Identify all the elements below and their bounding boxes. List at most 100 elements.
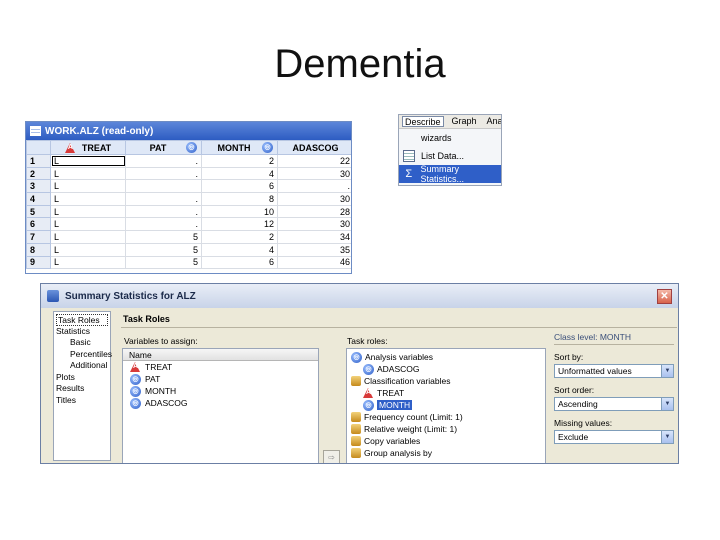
task-roles-tree[interactable]: ◎ Analysis variables ◎ ADASCOG Classificatio… — [346, 348, 546, 463]
cell-pat[interactable]: . — [125, 217, 202, 232]
row-number-cell[interactable]: 3 — [26, 179, 51, 194]
row-number-cell[interactable]: 1 — [26, 154, 51, 168]
cell-month[interactable]: 2 — [201, 230, 278, 244]
nav-item[interactable]: Percentiles — [56, 349, 112, 361]
chevron-down-icon[interactable]: ▼ — [661, 365, 673, 377]
corner-cell[interactable] — [26, 140, 51, 155]
data-grid-window: WORK.ALZ (read-only) TREAT PAT◎ MONTH◎ A… — [25, 121, 352, 274]
row-number-cell[interactable]: 4 — [26, 192, 51, 206]
cell-pat[interactable]: . — [125, 192, 202, 206]
list-item[interactable]: ◎ ADASCOG — [123, 397, 318, 409]
cell-month[interactable]: 12 — [201, 217, 278, 232]
cell-pat[interactable]: . — [125, 154, 202, 168]
close-button[interactable]: ✕ — [657, 289, 672, 304]
cell-adascog[interactable]: 30 — [277, 217, 351, 232]
cell-month[interactable]: 8 — [201, 192, 278, 206]
nav-item[interactable]: Results — [56, 383, 108, 395]
row-number-cell[interactable]: 6 — [26, 217, 51, 232]
cell-pat[interactable]: 5 — [125, 255, 202, 270]
cell-treat[interactable]: L — [50, 166, 126, 181]
task-role-item[interactable]: ◎ MONTH — [347, 399, 545, 411]
cell-month[interactable]: 6 — [201, 255, 278, 270]
nav-item[interactable]: Titles — [56, 395, 108, 407]
table-row[interactable]: 3L 6. — [26, 179, 351, 194]
table-row[interactable]: 1 L. 2 22 — [26, 154, 351, 168]
task-role-item[interactable]: Copy variables — [347, 435, 545, 447]
task-role-item[interactable]: Frequency count (Limit: 1) — [347, 411, 545, 423]
table-row[interactable]: 9 L 5 6 46 — [26, 255, 351, 270]
cell-treat[interactable]: L — [50, 179, 126, 194]
variables-column-header[interactable]: Name — [123, 349, 318, 361]
cell-month[interactable]: 10 — [201, 204, 278, 219]
cell-treat[interactable]: L — [50, 217, 126, 232]
cell-treat[interactable]: L — [50, 230, 126, 244]
nav-item[interactable]: Plots — [56, 372, 108, 384]
nav-item[interactable]: Statistics — [56, 326, 108, 338]
column-header-month[interactable]: MONTH ◎ — [201, 140, 278, 155]
missing-values-select[interactable]: Exclude ▼ — [554, 430, 674, 444]
list-item[interactable]: ◎ MONTH — [123, 385, 318, 397]
column-header-treat[interactable]: TREAT — [50, 140, 126, 155]
cell-month[interactable]: 4 — [201, 166, 278, 181]
sort-order-select[interactable]: Ascending ▼ — [554, 397, 674, 411]
task-role-item[interactable]: Group analysis by — [347, 447, 545, 459]
task-role-item[interactable]: ◎ Analysis variables — [347, 351, 545, 363]
task-role-item[interactable]: ◎ ADASCOG — [347, 363, 545, 375]
menu-item-list-data[interactable]: List Data... — [399, 147, 501, 165]
menu-item-summary-statistics[interactable]: Σ Summary Statistics... — [399, 164, 501, 184]
list-item[interactable]: TREAT — [123, 361, 318, 373]
role-group-icon — [351, 376, 361, 386]
menu-describe[interactable]: Describe — [402, 116, 444, 127]
chevron-down-icon[interactable]: ▼ — [661, 431, 673, 443]
cell-adascog[interactable]: 30 — [277, 192, 351, 206]
row-number-cell[interactable]: 9 — [26, 255, 51, 270]
cell-month[interactable]: 4 — [201, 242, 278, 257]
table-row[interactable]: 7 L 5 2 34 — [26, 230, 351, 244]
sort-by-select[interactable]: Unformatted values ▼ — [554, 364, 674, 378]
cell-treat[interactable]: L — [50, 154, 126, 168]
cell-pat[interactable]: . — [125, 166, 202, 181]
task-role-item[interactable]: Classification variables — [347, 375, 545, 387]
cell-pat[interactable]: 5 — [125, 242, 202, 257]
row-number-cell[interactable]: 2 — [26, 166, 51, 181]
section-divider — [121, 327, 677, 328]
cell-month[interactable]: 2 — [201, 154, 278, 168]
menu-item-wizards[interactable]: wizards — [399, 129, 501, 147]
cell-adascog[interactable]: . — [277, 179, 351, 194]
cell-adascog[interactable]: 35 — [277, 242, 351, 257]
task-role-item[interactable]: TREAT — [347, 387, 545, 399]
cell-adascog[interactable]: 28 — [277, 204, 351, 219]
nav-item[interactable]: Basic — [56, 337, 108, 349]
cell-month[interactable]: 6 — [201, 179, 278, 194]
menu-analyze[interactable]: Analyze — [485, 116, 501, 127]
task-role-item[interactable]: Relative weight (Limit: 1) — [347, 423, 545, 435]
cell-adascog[interactable]: 30 — [277, 166, 351, 181]
table-row[interactable]: 2 L. 4 30 — [26, 166, 351, 181]
nav-item[interactable]: Additional — [56, 360, 108, 372]
chevron-down-icon[interactable]: ▼ — [661, 398, 673, 410]
cell-pat[interactable]: . — [125, 204, 202, 219]
cell-treat[interactable]: L — [50, 242, 126, 257]
variables-list[interactable]: Name TREAT ◎ PAT ◎ MONTH ◎ ADASCOG — [122, 348, 319, 463]
row-number-cell[interactable]: 5 — [26, 204, 51, 219]
cell-treat[interactable]: L — [50, 255, 126, 270]
cell-treat[interactable]: L — [50, 192, 126, 206]
table-row[interactable]: 5 L. 10 28 — [26, 204, 351, 219]
cell-adascog[interactable]: 34 — [277, 230, 351, 244]
column-header-adascog[interactable]: ADASCOG — [277, 140, 351, 155]
row-number-cell[interactable]: 8 — [26, 242, 51, 257]
cell-pat[interactable]: 5 — [125, 230, 202, 244]
list-item[interactable]: ◎ PAT — [123, 373, 318, 385]
table-row[interactable]: 8 L 5 4 35 — [26, 242, 351, 257]
table-row[interactable]: 6 L. 12 30 — [26, 217, 351, 232]
cell-pat[interactable] — [125, 179, 202, 194]
assign-arrow-button[interactable]: ⇨ — [323, 450, 340, 463]
cell-treat[interactable]: L — [50, 204, 126, 219]
table-row[interactable]: 4 L. 8 30 — [26, 192, 351, 206]
cell-adascog[interactable]: 22 — [277, 154, 351, 168]
column-header-pat[interactable]: PAT ◎ — [125, 140, 202, 155]
row-number-cell[interactable]: 7 — [26, 230, 51, 244]
menu-graph[interactable]: Graph — [450, 116, 479, 127]
cell-adascog[interactable]: 46 — [277, 255, 351, 270]
nav-item[interactable]: Task Roles — [56, 314, 108, 326]
